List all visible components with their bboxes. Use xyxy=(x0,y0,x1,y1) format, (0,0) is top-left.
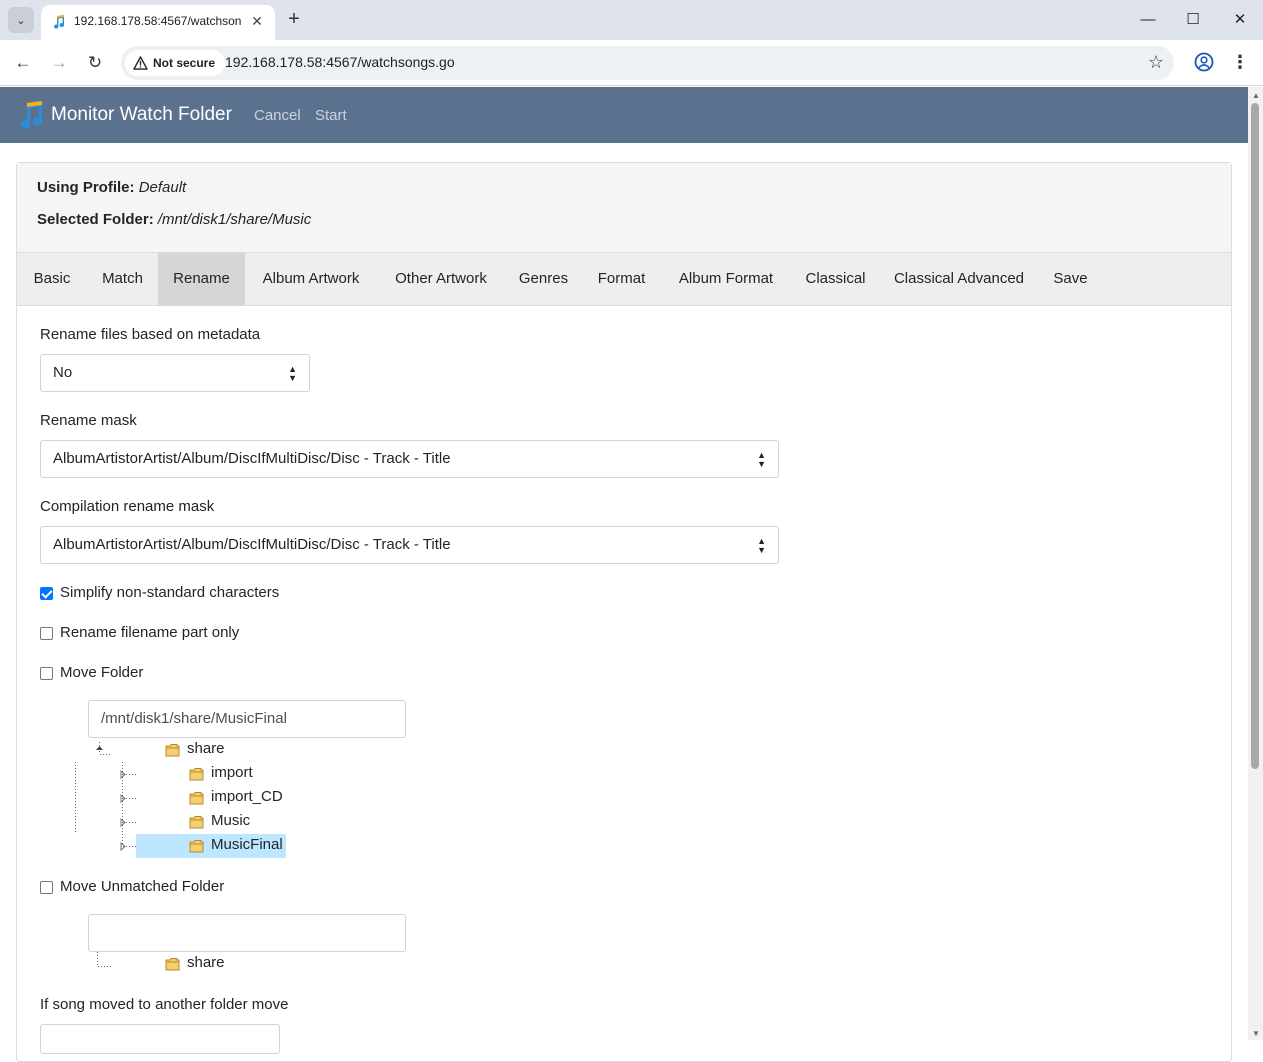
simplify-row[interactable]: Simplify non-standard characters xyxy=(40,584,300,604)
minimize-button[interactable]: — xyxy=(1135,8,1161,32)
folder-icon xyxy=(189,792,204,805)
app-navbar: Monitor Watch Folder Cancel Start xyxy=(0,87,1248,143)
tab-close-icon[interactable]: ✕ xyxy=(248,12,266,30)
profile-info: Using Profile: Default xyxy=(37,179,186,196)
security-label: Not secure xyxy=(153,56,216,70)
security-chip[interactable]: Not secure xyxy=(125,50,226,76)
chevron-down-icon: ⌄ xyxy=(16,14,26,27)
rename-mask-select[interactable]: AlbumArtistorArtist/Album/DiscIfMultiDis… xyxy=(40,440,779,478)
profile-icon[interactable] xyxy=(1193,51,1215,73)
warning-icon xyxy=(133,56,148,70)
select-arrows-icon: ▲ ▼ xyxy=(757,536,766,555)
tab-album-artwork[interactable]: Album Artwork xyxy=(245,253,377,305)
app-logo-icon xyxy=(21,101,43,129)
rename-select-value: No xyxy=(53,364,73,381)
tree-node-label: import xyxy=(211,764,253,781)
tree-connector-lines xyxy=(97,952,112,967)
page-scrollbar[interactable]: ▲ ▼ xyxy=(1248,87,1263,1040)
tree-node-label: import_CD xyxy=(211,788,283,805)
tab-basic[interactable]: Basic xyxy=(17,253,87,305)
tree-node-share[interactable]: share xyxy=(165,740,235,762)
folder-icon xyxy=(165,744,180,757)
move-unmatched-checkbox[interactable] xyxy=(40,881,53,894)
tab-genres[interactable]: Genres xyxy=(505,253,582,305)
rename-mask-value: AlbumArtistorArtist/Album/DiscIfMultiDis… xyxy=(53,450,451,467)
scroll-thumb[interactable] xyxy=(1251,103,1259,769)
profile-label: Using Profile: xyxy=(37,179,135,196)
tab-classical-advanced[interactable]: Classical Advanced xyxy=(880,253,1038,305)
moved-song-label: If song moved to another folder move xyxy=(40,996,289,1013)
simplify-label: Simplify non-standard characters xyxy=(60,584,280,601)
move-unmatched-label: Move Unmatched Folder xyxy=(60,878,225,895)
folder-value: /mnt/disk1/share/Music xyxy=(157,211,312,228)
app-title: Monitor Watch Folder xyxy=(51,104,232,125)
move-folder-checkbox[interactable] xyxy=(40,667,53,680)
tab-search-button[interactable]: ⌄ xyxy=(8,7,34,33)
filename-only-checkbox[interactable] xyxy=(40,627,53,640)
filename-only-label: Rename filename part only xyxy=(60,624,240,641)
unmatched-path-input[interactable] xyxy=(88,914,406,952)
rename-select[interactable]: No ▲ ▼ xyxy=(40,354,310,392)
tree-node-music[interactable]: Music xyxy=(189,812,259,834)
maximize-button[interactable]: ☐ xyxy=(1180,8,1206,32)
new-tab-button[interactable]: + xyxy=(283,9,305,31)
compilation-mask-select[interactable]: AlbumArtistorArtist/Album/DiscIfMultiDis… xyxy=(40,526,779,564)
tree-node-label: share xyxy=(187,740,225,757)
folder-label: Selected Folder: xyxy=(37,211,154,228)
tree-node-import[interactable]: import xyxy=(189,764,269,786)
url-text[interactable]: 192.168.178.58:4567/watchsongs.go xyxy=(225,54,455,70)
reload-button[interactable]: ↻ xyxy=(83,51,107,75)
move-folder-row[interactable]: Move Folder xyxy=(40,664,160,684)
move-unmatched-row[interactable]: Move Unmatched Folder xyxy=(40,878,240,898)
folder-icon xyxy=(189,816,204,829)
simplify-checkbox[interactable] xyxy=(40,587,53,600)
select-arrows-icon: ▲ ▼ xyxy=(757,450,766,469)
folder-info: Selected Folder: /mnt/disk1/share/Music xyxy=(37,211,311,228)
tab-match[interactable]: Match xyxy=(87,253,158,305)
scroll-down-arrow-icon[interactable]: ▼ xyxy=(1252,1029,1260,1038)
card-header: Using Profile: Default Selected Folder: … xyxy=(17,163,1231,253)
compilation-mask-value: AlbumArtistorArtist/Album/DiscIfMultiDis… xyxy=(53,536,451,553)
rename-mask-label: Rename mask xyxy=(40,412,137,429)
settings-tabs: Basic Match Rename Album Artwork Other A… xyxy=(17,253,1231,306)
scroll-up-arrow-icon[interactable]: ▲ xyxy=(1252,91,1260,100)
tab-title: 192.168.178.58:4567/watchsongs xyxy=(74,14,242,28)
tab-rename[interactable]: Rename xyxy=(158,253,245,305)
tab-format[interactable]: Format xyxy=(582,253,661,305)
compilation-mask-label: Compilation rename mask xyxy=(40,498,215,515)
filename-only-row[interactable]: Rename filename part only xyxy=(40,624,260,644)
tree-node-import-cd[interactable]: import_CD xyxy=(189,788,289,810)
tree-node-label: Music xyxy=(211,812,251,829)
tree-node-label: share xyxy=(187,954,225,971)
profile-value: Default xyxy=(138,179,187,196)
music-note-icon xyxy=(54,15,65,29)
address-bar[interactable]: Not secure 192.168.178.58:4567/watchsong… xyxy=(121,46,1174,80)
tab-other-artwork[interactable]: Other Artwork xyxy=(377,253,505,305)
folder-icon xyxy=(165,958,180,971)
folder-icon xyxy=(189,840,204,853)
folder-icon xyxy=(189,768,204,781)
tab-save[interactable]: Save xyxy=(1038,253,1103,305)
forward-button[interactable]: → xyxy=(47,51,71,75)
browser-tab-strip: ⌄ 192.168.178.58:4567/watchsongs ✕ + — ☐… xyxy=(0,0,1263,40)
browser-tab[interactable]: 192.168.178.58:4567/watchsongs ✕ xyxy=(41,5,275,40)
move-folder-path-input[interactable]: /mnt/disk1/share/MusicFinal xyxy=(88,700,406,738)
move-folder-path-value: /mnt/disk1/share/MusicFinal xyxy=(101,710,287,727)
nav-start-link[interactable]: Start xyxy=(315,107,347,124)
window-close-button[interactable]: ✕ xyxy=(1227,8,1253,32)
tree-node-label: MusicFinal xyxy=(211,836,283,853)
tree-node-musicfinal[interactable]: MusicFinal xyxy=(189,836,286,858)
move-folder-label: Move Folder xyxy=(60,664,144,681)
bookmark-star-icon[interactable]: ☆ xyxy=(1148,52,1164,73)
tab-classical[interactable]: Classical xyxy=(791,253,880,305)
browser-menu-button[interactable]: ⋮ xyxy=(1230,50,1250,74)
moved-song-select[interactable] xyxy=(40,1024,280,1054)
back-button[interactable]: ← xyxy=(11,51,35,75)
select-arrows-icon: ▲ ▼ xyxy=(288,364,297,383)
tab-album-format[interactable]: Album Format xyxy=(661,253,791,305)
browser-toolbar: ← → ↻ Not secure 192.168.178.58:4567/wat… xyxy=(0,40,1263,86)
tree-node-share-unmatched[interactable]: share xyxy=(165,954,235,976)
nav-cancel-link[interactable]: Cancel xyxy=(254,107,301,124)
rename-label: Rename files based on metadata xyxy=(40,326,261,343)
